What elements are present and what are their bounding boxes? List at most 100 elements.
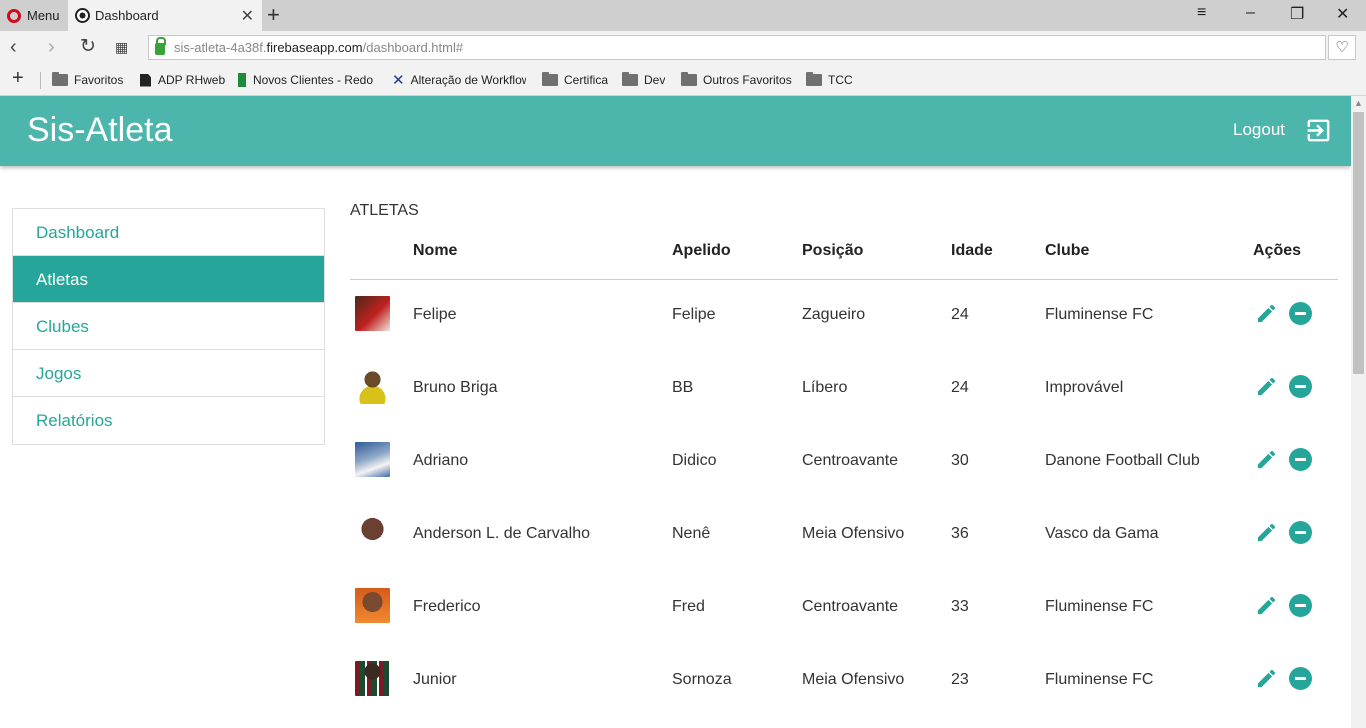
logout-link[interactable]: Logout xyxy=(1233,120,1285,140)
bookmark-favoritos[interactable]: Favoritos xyxy=(52,64,123,96)
cell-clube: Fluminense FC xyxy=(1045,306,1154,323)
cell-posicao: Centroavante xyxy=(802,452,899,469)
edit-pencil-icon[interactable] xyxy=(1255,302,1278,325)
cell-posicao: Meia Ofensivo xyxy=(802,525,905,542)
column-header-nome: Nome xyxy=(413,242,458,259)
cell-posicao: Líbero xyxy=(802,379,848,396)
column-header-apelido: Apelido xyxy=(672,242,731,259)
table-row: Frederico Fred Centroavante 33 Fluminens… xyxy=(350,572,1338,645)
bookmark-heart-icon[interactable]: ♡ xyxy=(1328,35,1356,60)
app-header: Sis-Atleta Logout xyxy=(0,96,1351,166)
remove-icon[interactable] xyxy=(1289,667,1312,690)
sidebar-item-clubes[interactable]: Clubes xyxy=(13,303,324,350)
folder-icon xyxy=(806,72,822,86)
cell-clube: Fluminense FC xyxy=(1045,598,1154,615)
remove-icon[interactable] xyxy=(1289,375,1312,398)
url-field[interactable]: sis-atleta-4a38f. firebaseapp.com/dashboa… xyxy=(148,35,1326,60)
x-logo-icon: ✕ xyxy=(392,72,405,89)
bookmark-certifica[interactable]: Certifica xyxy=(542,64,608,96)
cell-posicao: Zagueiro xyxy=(802,306,866,323)
bookmark-label: Certifica xyxy=(564,73,609,87)
minimize-icon[interactable]: – xyxy=(1246,4,1255,22)
tab-menu-icon[interactable]: ≡ xyxy=(1197,4,1206,22)
spreadsheet-icon xyxy=(238,73,246,87)
folder-icon xyxy=(542,72,558,86)
bookmark-dev[interactable]: Dev xyxy=(622,64,665,96)
scrollbar-thumb[interactable] xyxy=(1353,112,1364,374)
column-header-acoes: Ações xyxy=(1253,242,1302,259)
cell-posicao: Centroavante xyxy=(802,598,899,615)
app-title[interactable]: Sis-Atleta xyxy=(27,111,173,150)
athlete-avatar xyxy=(355,369,390,404)
url-path: /dashboard.html# xyxy=(362,40,464,55)
cell-idade: 36 xyxy=(951,525,969,542)
table-row: Bruno Briga BB Líbero 24 Improvável xyxy=(350,353,1338,426)
remove-icon[interactable] xyxy=(1289,448,1312,471)
edit-pencil-icon[interactable] xyxy=(1255,521,1278,544)
column-header-idade: Idade xyxy=(951,242,993,259)
cell-clube: Vasco da Gama xyxy=(1045,525,1159,542)
sidebar-item-dashboard[interactable]: Dashboard xyxy=(13,209,324,256)
reload-icon[interactable]: ↻ xyxy=(80,35,96,59)
logout-icon[interactable] xyxy=(1304,116,1333,145)
cell-apelido: Sornoza xyxy=(672,671,732,688)
cell-clube: Fluminense FC xyxy=(1045,671,1154,688)
bookmark-tcc[interactable]: TCC xyxy=(806,64,853,96)
cell-idade: 30 xyxy=(951,452,969,469)
cell-nome: Bruno Briga xyxy=(413,379,498,396)
back-icon[interactable]: ‹ xyxy=(10,35,17,59)
url-host: firebaseapp.com xyxy=(266,40,363,55)
add-bookmark-icon[interactable]: + xyxy=(12,67,24,90)
cell-apelido: BB xyxy=(672,379,694,396)
column-header-posicao: Posição xyxy=(802,242,864,259)
bookmark-outros-favoritos[interactable]: Outros Favoritos xyxy=(681,64,792,96)
athlete-avatar xyxy=(355,296,390,331)
tab-close-icon[interactable]: ✕ xyxy=(241,6,254,26)
opera-menu-label: Menu xyxy=(27,8,60,23)
folder-icon xyxy=(52,72,68,86)
folder-icon xyxy=(681,72,697,86)
sidebar-nav: Dashboard Atletas Clubes Jogos Relatório… xyxy=(12,208,325,445)
remove-icon[interactable] xyxy=(1289,302,1312,325)
edit-pencil-icon[interactable] xyxy=(1255,594,1278,617)
edit-pencil-icon[interactable] xyxy=(1255,375,1278,398)
cell-idade: 23 xyxy=(951,671,969,688)
new-tab-icon[interactable]: + xyxy=(267,3,280,27)
forward-icon[interactable]: › xyxy=(48,35,55,59)
bookmark-adp-rhweb[interactable]: ADP RHweb xyxy=(140,64,225,96)
table-header: Nome Apelido Posição Idade Clube Ações xyxy=(350,230,1338,280)
cell-apelido: Felipe xyxy=(672,306,716,323)
scroll-up-icon[interactable]: ▲ xyxy=(1351,96,1366,111)
cell-apelido: Fred xyxy=(672,598,705,615)
bookmark-alteracao-workflow[interactable]: ✕ Alteração de Workflow xyxy=(392,64,526,96)
edit-pencil-icon[interactable] xyxy=(1255,448,1278,471)
bookmark-label: ADP RHweb xyxy=(158,73,226,87)
url-prefix: sis-atleta-4a38f. xyxy=(174,40,267,55)
maximize-icon[interactable]: ❐ xyxy=(1290,4,1304,24)
bookmark-label: TCC xyxy=(828,73,853,87)
folder-icon xyxy=(622,72,638,86)
edit-pencil-icon[interactable] xyxy=(1255,667,1278,690)
cell-nome: Frederico xyxy=(413,598,481,615)
tab-title: Dashboard xyxy=(95,8,159,23)
opera-menu-button[interactable]: Menu xyxy=(0,0,68,31)
table-row: Anderson L. de Carvalho Nenê Meia Ofensi… xyxy=(350,499,1338,572)
bookmark-label: Dev xyxy=(644,73,666,87)
sidebar-item-atletas[interactable]: Atletas xyxy=(13,256,324,303)
cell-clube: Improvável xyxy=(1045,379,1124,396)
bookmark-label: Favoritos xyxy=(74,73,124,87)
cell-nome: Anderson L. de Carvalho xyxy=(413,525,590,542)
cell-nome: Adriano xyxy=(413,452,469,469)
remove-icon[interactable] xyxy=(1289,594,1312,617)
bookmark-novos-clientes[interactable]: Novos Clientes - Redo xyxy=(238,64,373,96)
sidebar-item-relatorios[interactable]: Relatórios xyxy=(13,397,324,444)
speed-dial-icon[interactable]: ▦ xyxy=(115,35,128,59)
athlete-avatar xyxy=(355,588,390,623)
athlete-avatar xyxy=(355,661,390,696)
sidebar-item-jogos[interactable]: Jogos xyxy=(13,350,324,397)
browser-tab[interactable]: Dashboard ✕ xyxy=(68,0,262,31)
window-close-icon[interactable]: ✕ xyxy=(1336,4,1349,24)
page-scrollbar[interactable]: ▲ xyxy=(1351,96,1366,728)
remove-icon[interactable] xyxy=(1289,521,1312,544)
bookmark-label: Outros Favoritos xyxy=(703,73,792,87)
